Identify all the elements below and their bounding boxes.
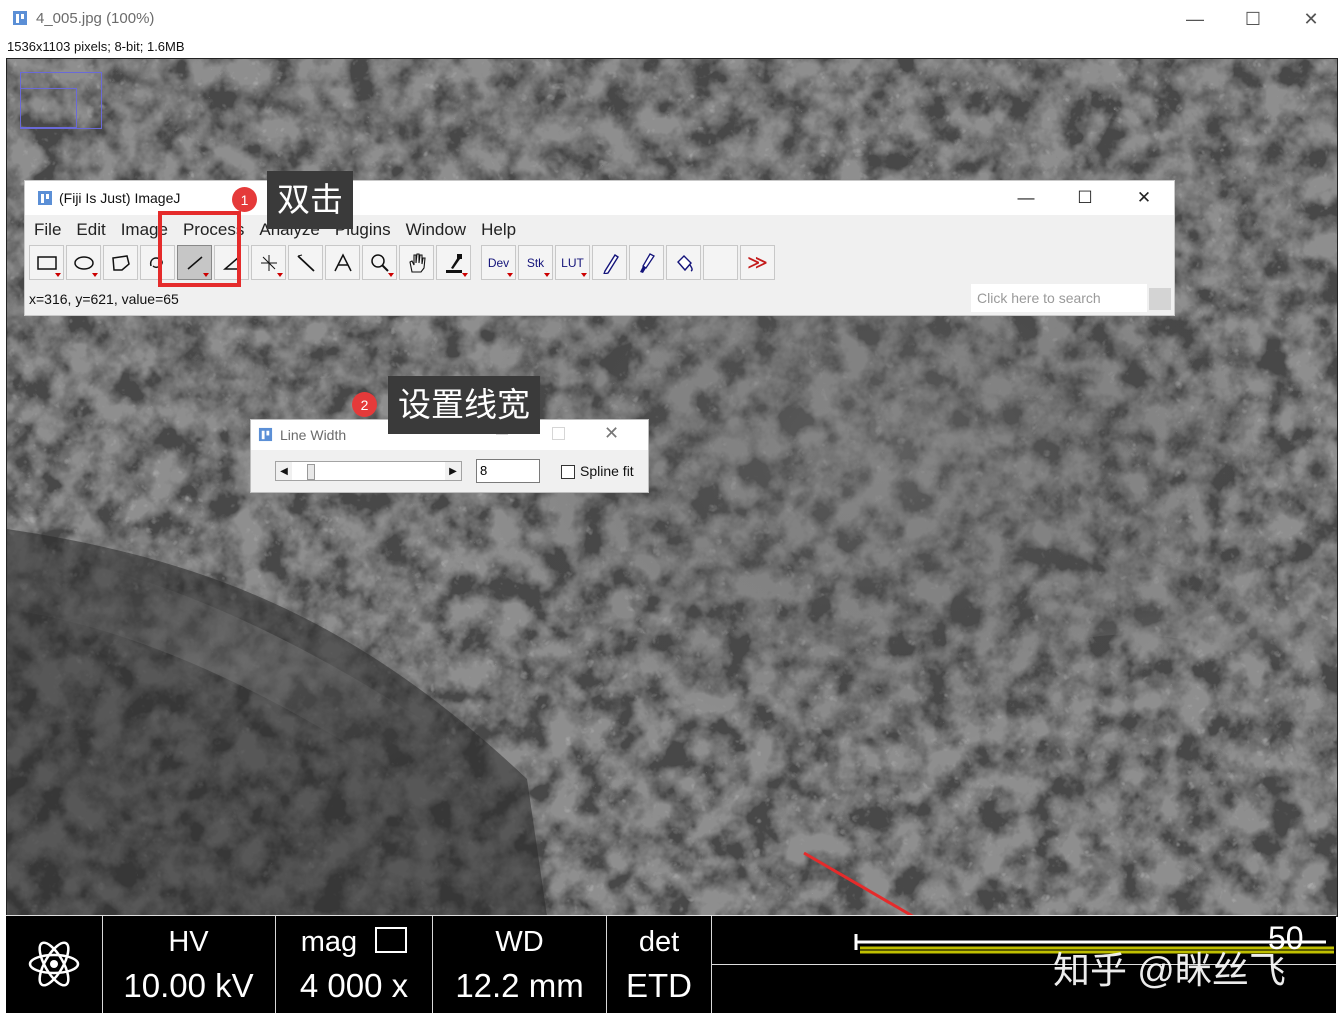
det-label: det (638, 926, 680, 958)
fiji-maximize-button[interactable]: ☐ (1056, 181, 1114, 215)
atom-logo-icon (28, 941, 80, 987)
mag-square-icon (375, 927, 408, 953)
polygon-tool-button[interactable] (103, 245, 138, 280)
color-picker-tool-button[interactable] (436, 245, 471, 280)
slider-right-arrow-icon[interactable]: ▶ (445, 462, 461, 480)
dev-tools-label: Dev (487, 255, 510, 270)
slider-left-arrow-icon[interactable]: ◀ (276, 462, 292, 480)
det-cell: det ETD (607, 916, 712, 1013)
step-2-tip: 设置线宽 (388, 376, 540, 434)
menu-edit[interactable]: Edit (67, 217, 111, 243)
spline-fit-checkbox[interactable] (561, 465, 575, 479)
stack-tools-button[interactable]: Stk (518, 245, 553, 280)
oval-tool-button[interactable] (66, 245, 101, 280)
text-tool-button[interactable] (325, 245, 360, 280)
fiji-close-button[interactable]: ✕ (1115, 181, 1173, 215)
minimize-button[interactable]: — (1166, 0, 1224, 38)
maximize-button[interactable]: ☐ (1224, 0, 1282, 38)
zhihu-watermark: 知乎 @眯丝飞 (1053, 950, 1286, 991)
dev-tools-button[interactable]: Dev (481, 245, 516, 280)
wd-cell: WD 12.2 mm (433, 916, 607, 1013)
slider-thumb[interactable] (307, 464, 315, 480)
wd-value: 12.2 mm (455, 967, 584, 1004)
image-info-text: 1536x1103 pixels; 8-bit; 1.6MB (7, 39, 185, 54)
point-tool-button[interactable] (251, 245, 286, 280)
hv-label: HV (168, 926, 209, 958)
hv-cell: HV 10.00 kV (102, 916, 276, 1013)
mag-cell: mag 4 000 x (276, 916, 433, 1013)
search-button[interactable] (1149, 288, 1171, 310)
fiji-titlebar: (Fiji Is Just) ImageJ — ☐ ✕ (25, 181, 1174, 215)
step-1-tip: 双击 (267, 171, 353, 229)
line-width-maximize-button[interactable] (552, 427, 565, 440)
step-2-badge: 2 (352, 392, 377, 417)
hv-value: 10.00 kV (123, 967, 254, 1004)
fei-logo-cell (6, 916, 103, 1013)
fiji-app-icon (12, 10, 28, 26)
fiji-title: (Fiji Is Just) ImageJ (59, 190, 181, 206)
close-button[interactable]: ✕ (1282, 0, 1340, 38)
hand-tool-button[interactable] (399, 245, 434, 280)
fiji-app-icon (37, 190, 53, 206)
lut-tools-button[interactable]: LUT (555, 245, 590, 280)
menu-help[interactable]: Help (472, 217, 522, 243)
menu-window[interactable]: Window (397, 217, 472, 243)
image-window-titlebar: 4_005.jpg (100%) — ☐ ✕ (0, 0, 1343, 38)
line-tool-highlight-box (158, 211, 241, 287)
line-width-slider[interactable]: ◀ ▶ (275, 461, 462, 481)
line-width-value-field[interactable]: 8 (476, 459, 540, 483)
status-bar-text: x=316, y=621, value=65 (29, 291, 179, 307)
image-window-title: 4_005.jpg (100%) (36, 10, 155, 27)
menu-file[interactable]: File (25, 217, 67, 243)
stack-tools-label: Stk (526, 255, 545, 270)
search-input[interactable]: Click here to search (971, 284, 1147, 312)
line-width-close-button[interactable]: ✕ (604, 423, 619, 444)
line-width-title: Line Width (280, 427, 347, 443)
fiji-minimize-button[interactable]: — (997, 181, 1055, 215)
rectangle-tool-button[interactable] (29, 245, 64, 280)
wand-tool-button[interactable] (288, 245, 323, 280)
magnifier-tool-button[interactable] (362, 245, 397, 280)
fiji-app-icon (258, 427, 273, 442)
toolbar: Dev Stk LUT ≫ (29, 245, 777, 283)
empty-tool-slot[interactable] (703, 245, 738, 280)
pencil-tool-button[interactable] (592, 245, 627, 280)
mag-label: mag (276, 926, 432, 959)
brush-tool-button[interactable] (629, 245, 664, 280)
more-tools-button[interactable]: ≫ (740, 245, 775, 280)
spline-fit-label: Spline fit (580, 463, 634, 479)
lut-tools-label: LUT (561, 255, 584, 270)
wd-label: WD (495, 926, 544, 958)
more-tools-icon: ≫ (747, 252, 768, 274)
det-value: ETD (626, 967, 692, 1004)
step-1-badge: 1 (232, 187, 257, 212)
mag-value: 4 000 x (299, 967, 409, 1004)
navigator-viewport (20, 88, 77, 128)
flood-fill-tool-button[interactable] (666, 245, 701, 280)
line-width-minimize-button[interactable] (496, 434, 508, 435)
